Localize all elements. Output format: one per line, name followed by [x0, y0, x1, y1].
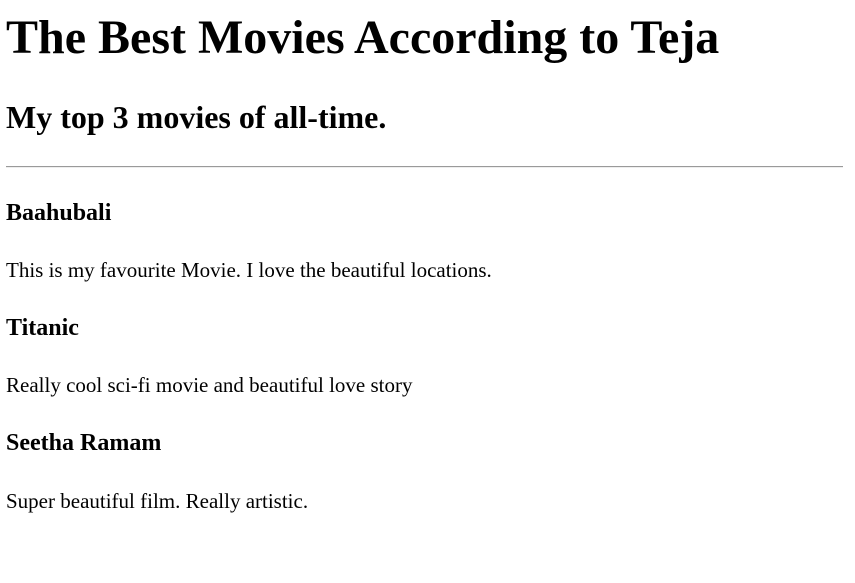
movie-title-seetha-ramam: Seetha Ramam — [6, 430, 162, 456]
movie-title-titanic: Titanic — [6, 315, 79, 341]
movie-title-baahubali: Baahubali — [6, 200, 112, 226]
page-subtitle: My top 3 movies of all-time. — [6, 99, 387, 135]
page-content: The Best Movies According to Teja My top… — [0, 0, 855, 583]
divider — [6, 166, 843, 168]
movie-description-titanic: Really cool sci-fi movie and beautiful l… — [6, 373, 413, 397]
movie-description-baahubali: This is my favourite Movie. I love the b… — [6, 258, 492, 282]
movie-description-seetha-ramam: Super beautiful film. Really artistic. — [6, 489, 309, 513]
page-title: The Best Movies According to Teja — [6, 11, 720, 64]
